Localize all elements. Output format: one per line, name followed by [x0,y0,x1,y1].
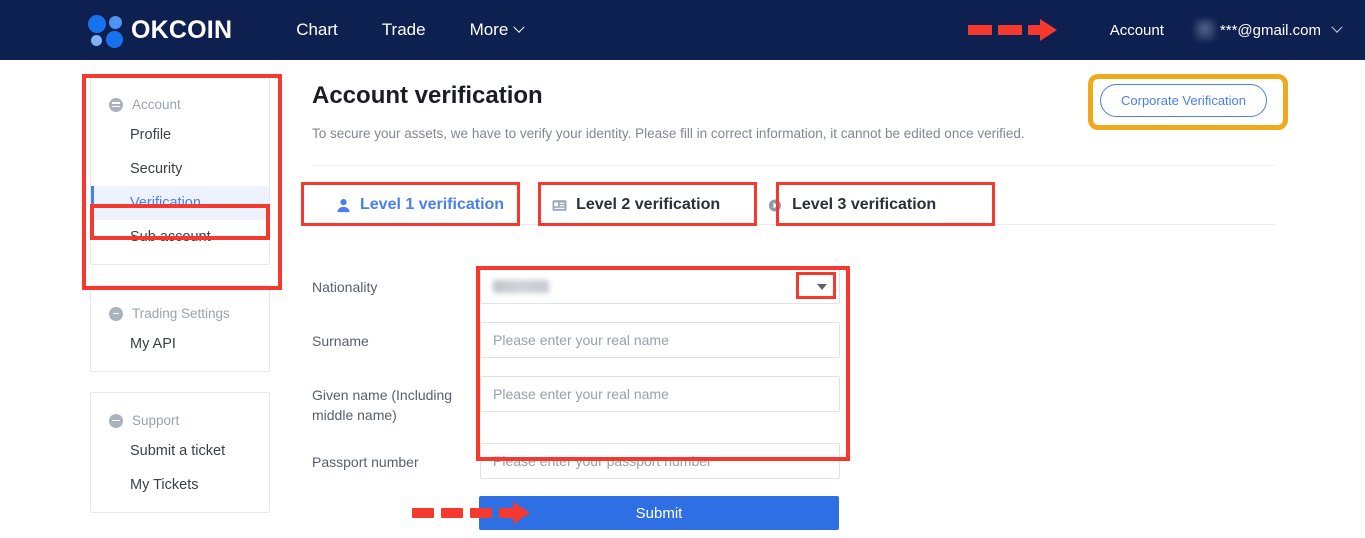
tab-level-1-verification[interactable]: Level 1 verification [312,196,528,224]
sidebar-item-my-api[interactable]: My API [91,327,269,361]
page-root: OKCOIN Chart Trade More Account ***@gmai… [0,0,1365,538]
sidebar-group-account-label: Account [132,97,181,112]
video-icon [769,199,782,211]
brand-name: OKCOIN [131,15,233,44]
active-tab-underline [326,223,519,225]
chevron-down-icon [1331,21,1343,33]
sidebar-group-support: Support [91,407,269,434]
sidebar-group-account: Account [91,91,269,118]
person-icon [337,198,350,212]
surname-control [480,322,842,358]
tab-level-2-verification[interactable]: Level 2 verification [528,196,744,224]
user-menu[interactable]: ***@gmail.com [1193,19,1343,41]
corporate-verification-wrap: Corporate Verification [1100,84,1268,117]
nav-link-chart-label: Chart [296,20,338,39]
nav-link-trade[interactable]: Trade [360,20,448,40]
sidebar-item-security[interactable]: Security [91,152,269,186]
form-row-passport-number: Passport number [312,443,842,479]
brand-logo[interactable]: OKCOIN [88,13,233,48]
nav-link-chart[interactable]: Chart [274,20,360,40]
header-divider [312,165,1275,166]
verification-tab-row: Level 1 verification Level 2 verificatio… [312,184,1275,224]
nationality-select[interactable] [480,268,840,304]
tab-level-3-verification[interactable]: Level 3 verification [744,196,960,224]
account-group-icon [109,97,123,112]
verification-form: Nationality Surname Given name (Includin… [312,268,842,497]
nav-links: Chart Trade More [274,20,545,40]
nationality-value-redacted [493,279,549,293]
navbar-right: Account ***@gmail.com [1110,0,1365,60]
nav-link-more[interactable]: More [448,20,546,40]
support-group-icon [109,413,123,428]
tab-level-3-label: Level 3 verification [792,196,937,213]
sidebar-item-my-tickets[interactable]: My Tickets [91,468,269,502]
sidebar-item-sub-account[interactable]: Sub account [91,220,269,254]
page-description: To secure your assets, we have to verify… [312,126,1025,141]
nationality-label: Nationality [312,279,378,295]
okcoin-dots-logo-icon [88,13,130,48]
given-name-label: Given name (Including middle name) [312,387,453,423]
surname-input[interactable] [480,322,840,358]
sidebar-item-profile[interactable]: Profile [91,118,269,152]
nav-link-trade-label: Trade [381,20,426,39]
passport-number-label: Passport number [312,454,419,470]
sidebar-item-verification[interactable]: Verification [91,186,269,220]
form-row-surname: Surname [312,322,842,358]
sidebar-item-submit-ticket[interactable]: Submit a ticket [91,434,269,468]
sidebar-card-support: Support Submit a ticket My Tickets [90,392,270,513]
tab-level-1-label: Level 1 verification [360,196,505,213]
chevron-down-icon [513,21,525,33]
chevron-down-icon[interactable] [817,284,827,290]
top-navbar: OKCOIN Chart Trade More Account ***@gmai… [0,0,1365,60]
surname-label: Surname [312,333,369,349]
sidebar-card-trading-settings: Trading Settings My API [90,285,270,372]
trading-settings-group-icon [109,306,123,321]
given-name-input[interactable] [480,376,840,412]
user-email: ***@gmail.com [1219,21,1321,39]
sidebar-group-trading-settings: Trading Settings [91,300,269,327]
nav-account-link[interactable]: Account [1110,22,1164,39]
nationality-control [480,268,842,304]
corporate-verification-button[interactable]: Corporate Verification [1100,84,1268,117]
submit-button[interactable]: Submit [479,496,839,530]
sidebar-group-trading-label: Trading Settings [132,306,230,321]
sidebar-card-account: Account Profile Security Verification Su… [90,76,270,265]
form-row-nationality: Nationality [312,268,842,304]
nav-link-more-label: More [469,20,509,39]
tab-level-2-label: Level 2 verification [576,196,721,213]
id-card-icon [552,199,567,211]
sidebar-group-support-label: Support [132,413,180,428]
passport-number-control [480,443,842,479]
submit-wrap: Submit [479,496,839,530]
verification-tabs: Level 1 verification Level 2 verificatio… [312,184,1275,225]
sidebar: Account Profile Security Verification Su… [90,76,270,533]
given-name-control [480,376,842,412]
passport-number-input[interactable] [480,443,840,479]
form-row-given-name: Given name (Including middle name) [312,376,842,425]
avatar [1193,19,1216,41]
